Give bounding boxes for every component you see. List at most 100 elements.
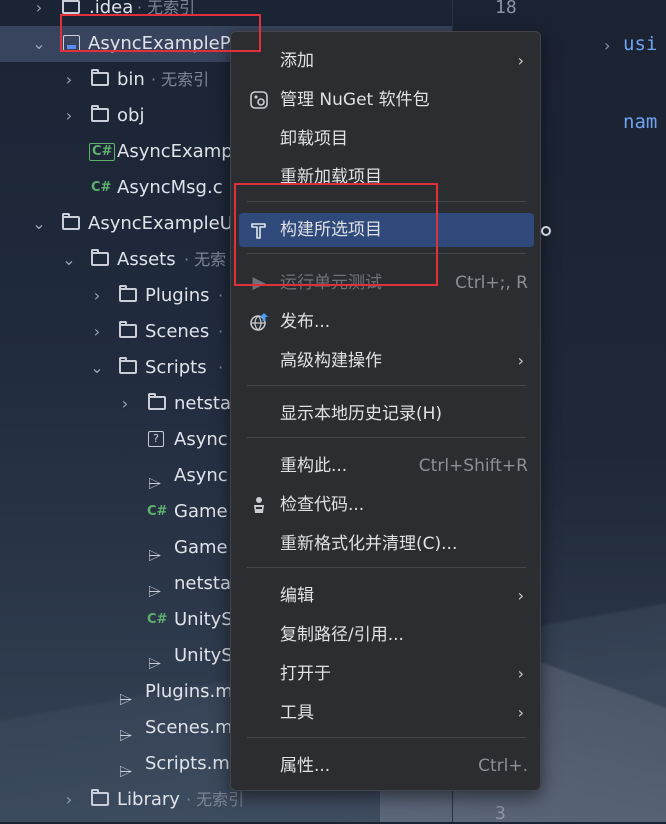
folder-icon [119, 285, 137, 302]
menu-item-advanced-build[interactable]: 高级构建操作 › [239, 344, 534, 378]
tree-row-label: bin [117, 69, 145, 90]
menu-item-label: 打开于 [280, 664, 331, 684]
menu-item-add[interactable]: 添加 › [239, 44, 534, 78]
fold-chevron-icon[interactable]: › [604, 36, 610, 55]
folder-icon [119, 321, 137, 338]
menu-item-label: 重构此... [280, 456, 348, 476]
menu-item-label: 重新格式化并清理(C)... [280, 534, 458, 554]
tree-row-label: netsta [174, 393, 232, 414]
menu-item-unload-project[interactable]: 卸载项目 [239, 122, 534, 156]
menu-item-open-in[interactable]: 打开于 › [239, 657, 534, 691]
folder-icon [148, 393, 166, 410]
menu-item-label: 显示本地历史记录(H) [280, 404, 443, 424]
tree-row-label: Async [174, 465, 228, 486]
menu-item-inspect-code[interactable]: 检查代码... [239, 488, 534, 522]
menu-item-manage-nuget[interactable]: 管理 NuGet 软件包 [239, 83, 534, 117]
line-number-bottom: 3 [495, 803, 506, 824]
menu-item-label: 高级构建操作 [280, 351, 382, 371]
menu-item-label: 复制路径/引用... [280, 625, 404, 645]
chevron-down-icon[interactable]: ⌄ [31, 206, 47, 242]
tree-row-label: UnityS [174, 609, 233, 630]
submenu-arrow-icon: › [517, 51, 524, 70]
code-line-namespace[interactable]: nam [623, 111, 657, 133]
no-index-label: · [218, 358, 224, 377]
folder-icon [119, 357, 137, 374]
csharp-file-icon: C# [89, 143, 116, 161]
tree-row-label: UnityS [174, 645, 233, 666]
tree-row-label: Plugins [145, 285, 210, 306]
tree-row-label: Scripts.m [145, 753, 230, 774]
menu-item-label: 卸载项目 [280, 129, 348, 149]
gutter-marker-icon [541, 226, 551, 236]
annotation-box-build [234, 183, 438, 286]
tree-row-label: Library [117, 789, 180, 810]
chevron-right-icon[interactable]: › [61, 782, 77, 818]
tree-row-label: Plugins.m [145, 681, 233, 702]
menu-item-label: 发布... [280, 312, 331, 332]
menu-item-properties[interactable]: 属性... Ctrl+. [239, 749, 534, 783]
menu-item-shortcut: Ctrl+. [478, 756, 528, 776]
menu-item-publish[interactable]: 发布... [239, 305, 534, 339]
publish-globe-icon [249, 312, 269, 332]
csharp-file-icon: C# [147, 504, 168, 519]
code-line-using[interactable]: usi [623, 33, 657, 55]
tree-row-label: Game [174, 537, 228, 558]
menu-item-local-history[interactable]: 显示本地历史记录(H) [239, 397, 534, 431]
annotation-box-project [60, 14, 261, 52]
menu-item-label: 工具 [280, 703, 314, 723]
menu-separator [247, 437, 526, 438]
no-index-label: · [218, 322, 224, 341]
context-menu: 添加 › 管理 NuGet 软件包 卸载项目 重新加载项目 构建所选项目 ▶ 运… [230, 31, 541, 791]
chevron-right-icon[interactable]: › [89, 278, 105, 314]
menu-item-label: 添加 [280, 51, 314, 71]
submenu-arrow-icon: › [517, 664, 524, 683]
chevron-down-icon[interactable]: ⌄ [61, 242, 77, 278]
tree-row-label: AsyncMsg.c [117, 177, 223, 198]
inspector-icon [249, 495, 269, 515]
tree-row-label: netsta [174, 573, 232, 594]
menu-item-shortcut: Ctrl+;, R [455, 273, 528, 293]
menu-item-tools[interactable]: 工具 › [239, 696, 534, 730]
folder-icon [91, 249, 109, 266]
folder-icon [91, 789, 109, 806]
tree-row-label: AsyncExampleU [88, 213, 233, 234]
tree-row-label: Scripts [145, 357, 207, 378]
submenu-arrow-icon: › [517, 586, 524, 605]
folder-icon [62, 0, 80, 14]
csharp-file-icon: C# [147, 612, 168, 627]
tree-row-label: Game [174, 501, 228, 522]
no-index-label: · [218, 286, 224, 305]
submenu-arrow-icon: › [517, 703, 524, 722]
unknown-file-icon: ? [148, 431, 164, 447]
menu-item-label: 编辑 [280, 586, 314, 606]
menu-separator [247, 567, 526, 568]
menu-item-copy-path[interactable]: 复制路径/引用... [239, 618, 534, 652]
tree-row-label: Assets [117, 249, 176, 270]
menu-item-refactor-this[interactable]: 重构此... Ctrl+Shift+R [239, 449, 534, 483]
menu-item-label: 管理 NuGet 软件包 [280, 90, 430, 110]
chevron-right-icon[interactable]: › [89, 314, 105, 350]
nuget-icon [249, 90, 269, 110]
chevron-right-icon[interactable]: › [61, 62, 77, 98]
chevron-down-icon[interactable]: ⌄ [31, 26, 47, 62]
chevron-right-icon[interactable]: › [117, 386, 133, 422]
folder-icon [91, 69, 109, 86]
folder-icon [91, 105, 109, 122]
chevron-right-icon[interactable]: › [31, 0, 47, 26]
no-index-label: · 无索引 [151, 70, 210, 89]
menu-separator [247, 385, 526, 386]
chevron-right-icon[interactable]: › [61, 98, 77, 134]
menu-separator [247, 737, 526, 738]
chevron-down-icon[interactable]: ⌄ [89, 350, 105, 386]
menu-item-reformat-cleanup[interactable]: 重新格式化并清理(C)... [239, 527, 534, 561]
submenu-arrow-icon: › [517, 351, 524, 370]
menu-item-shortcut: Ctrl+Shift+R [418, 456, 528, 476]
menu-item-label: 属性... [280, 756, 331, 776]
no-index-label: · 无索 [184, 250, 227, 269]
folder-icon [62, 213, 80, 230]
menu-item-edit[interactable]: 编辑 › [239, 579, 534, 613]
tree-row-label: Async [174, 429, 228, 450]
tree-row-label: AsyncExamp [117, 141, 233, 162]
tree-row-label: Scenes.m [145, 717, 233, 738]
tree-row-label: Scenes [145, 321, 210, 342]
